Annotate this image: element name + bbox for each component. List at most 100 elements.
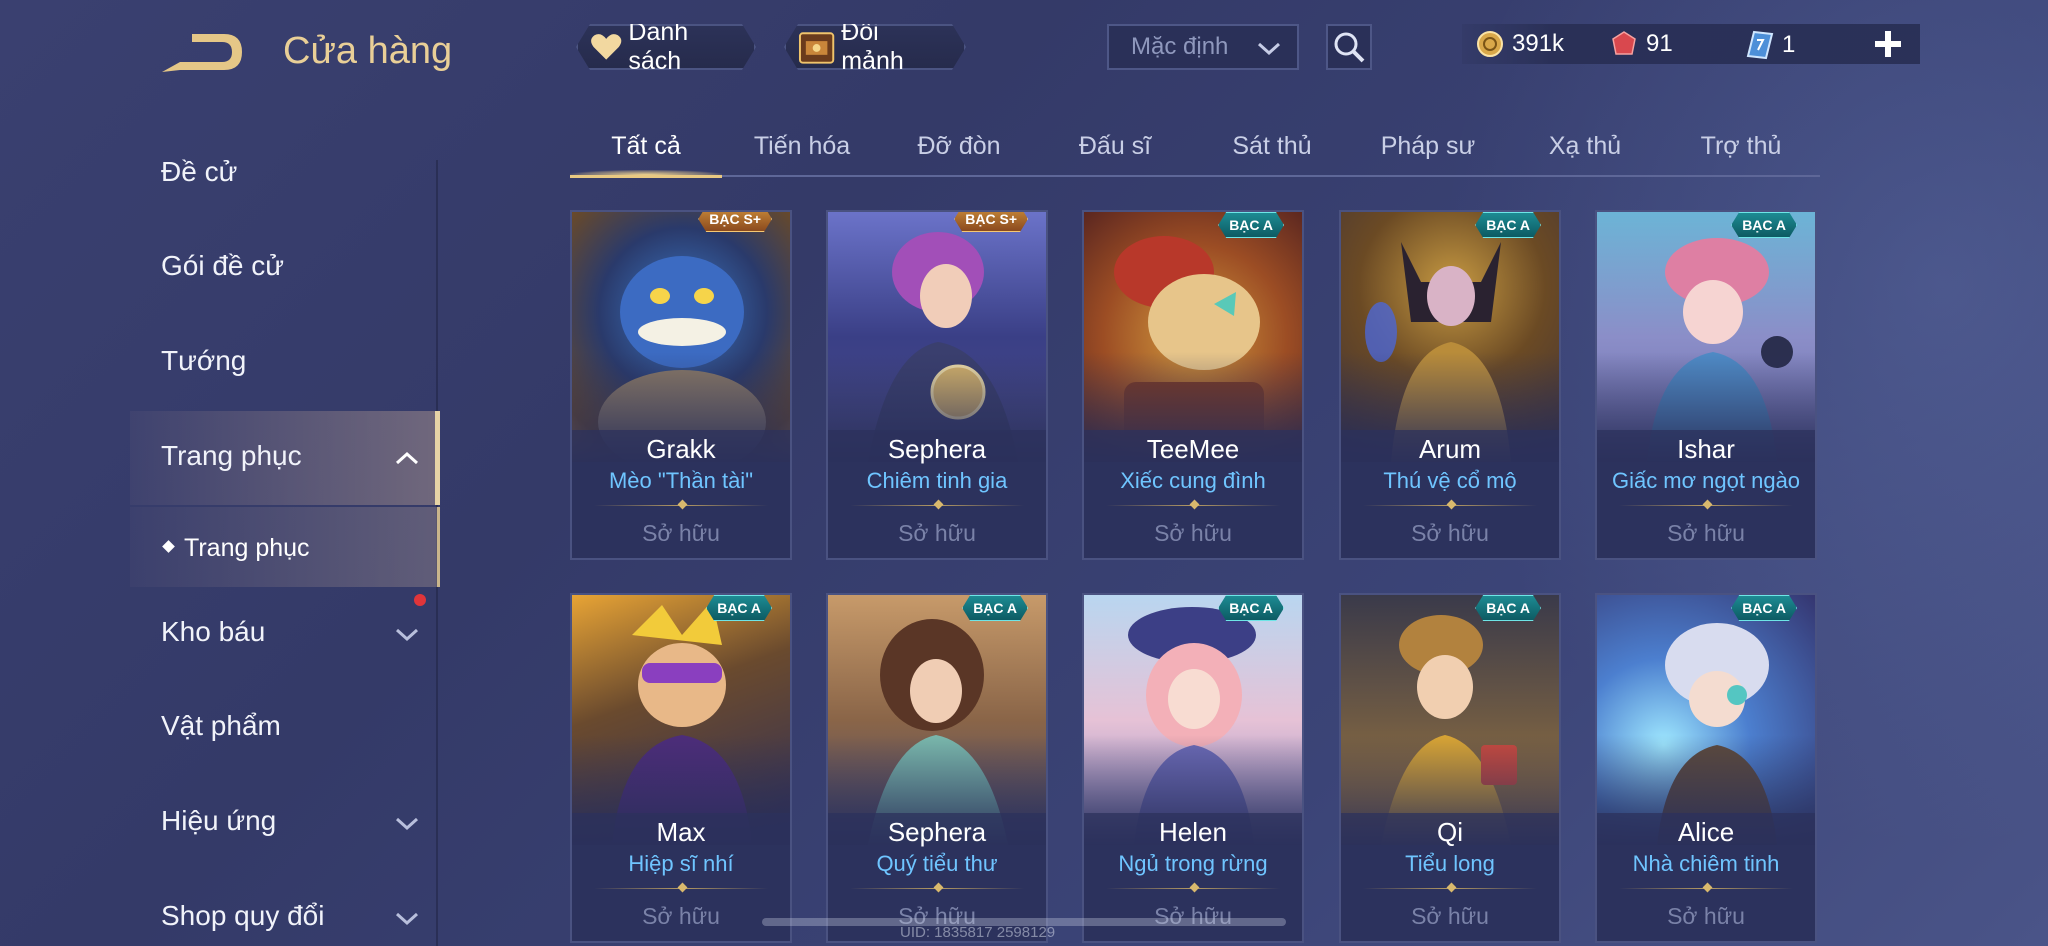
search-icon xyxy=(1334,32,1365,63)
sidebar-item-label: Vật phẩm xyxy=(161,710,281,741)
ownership-status: Sở hữu xyxy=(898,520,976,546)
sort-dropdown[interactable]: Mặc định xyxy=(1107,24,1299,70)
rarity-badge: BẠC S+ xyxy=(954,210,1028,232)
tab-mage[interactable]: Pháp sư xyxy=(1350,132,1506,161)
skin-artwork xyxy=(828,595,1046,845)
hero-portrait xyxy=(598,256,766,462)
ownership-status: Sở hữu xyxy=(1411,903,1489,929)
skin-card[interactable]: BẠC A Ishar Giấc mơ ngọt ngào Sở hữu xyxy=(1595,210,1817,560)
back-button[interactable] xyxy=(158,28,248,78)
hero-name: Ishar xyxy=(1677,434,1735,464)
skin-name: Mèo "Thần tài" xyxy=(608,468,754,493)
skin-card[interactable]: BẠC A Qi Tiểu long Sở hữu xyxy=(1339,593,1561,943)
rarity-badge: BẠC A xyxy=(1731,212,1797,238)
sidebar-item-skins[interactable]: Trang phục xyxy=(161,440,431,472)
hero-name: Sephera xyxy=(887,817,987,847)
sidebar-item-items[interactable]: Vật phẩm xyxy=(161,710,431,742)
tab-tank[interactable]: Đỡ đòn xyxy=(881,132,1037,161)
ruby-amount: 91 xyxy=(1646,30,1673,57)
hero-name: Max xyxy=(656,817,706,847)
hero-portrait xyxy=(1657,623,1777,845)
ownership-status: Sở hữu xyxy=(1667,520,1745,546)
hero-portrait xyxy=(1114,236,1264,452)
sidebar-item-heroes[interactable]: Tướng xyxy=(161,345,431,377)
tab-fighter[interactable]: Đấu sĩ xyxy=(1037,132,1193,161)
skin-artwork xyxy=(1597,212,1815,462)
skin-name: Quý tiểu thư xyxy=(876,851,998,876)
sidebar-subitem-skins[interactable]: Trang phục xyxy=(184,534,310,563)
skin-artwork xyxy=(572,595,790,845)
skin-card[interactable]: BẠC A TeeMee Xiếc cung đình Sở hữu xyxy=(1082,210,1304,560)
skin-card[interactable]: BẠC A Helen Ngủ trong rừng Sở hữu xyxy=(1082,593,1304,943)
uid-watermark: UID: 1835817 2598129 xyxy=(900,924,1056,941)
hero-portrait xyxy=(1647,238,1793,462)
sidebar-item-recommended-packs[interactable]: Gói đề cử xyxy=(161,250,431,282)
skin-artwork xyxy=(1084,595,1302,845)
skin-card[interactable]: BẠC A Arum Thú vệ cổ mộ Sở hữu xyxy=(1339,210,1561,560)
skin-card[interactable]: BẠC S+ Sephera Chiêm tinh gia Sở hữu xyxy=(826,210,1048,560)
skin-card[interactable]: BẠC A Alice Nhà chiêm tinh Sở hữu xyxy=(1595,593,1817,943)
chevron-down-icon xyxy=(1257,42,1281,56)
shard-exchange-button[interactable]: Đổi mảnh xyxy=(784,24,966,70)
voucher-card-icon xyxy=(1746,30,1774,60)
search-button[interactable] xyxy=(1326,24,1372,70)
plus-icon xyxy=(1875,31,1901,57)
sidebar-item-label: Gói đề cử xyxy=(161,250,285,281)
rarity-badge: BẠC A xyxy=(1218,212,1284,238)
list-button[interactable]: Danh sách xyxy=(576,24,756,70)
hero-portrait xyxy=(612,601,752,845)
hero-name: Sephera xyxy=(887,434,987,464)
sidebar-item-label: Tướng xyxy=(161,345,247,376)
skin-card[interactable]: BẠC A Max Hiệp sĩ nhí Sở hữu xyxy=(570,593,792,943)
add-currency-button[interactable] xyxy=(1870,24,1906,64)
skin-artwork xyxy=(1341,595,1559,845)
skin-artwork xyxy=(828,212,1046,462)
tabs-baseline xyxy=(570,175,1820,177)
back-arrow-icon xyxy=(162,34,242,72)
chevron-down-icon xyxy=(395,912,419,926)
hero-name: Arum xyxy=(1418,434,1482,464)
tab-marksman[interactable]: Xạ thủ xyxy=(1507,132,1663,161)
sidebar-item-label: Trang phục xyxy=(161,440,302,471)
tab-all[interactable]: Tất cả xyxy=(568,132,724,161)
skin-artwork xyxy=(1341,212,1559,462)
tab-evolution[interactable]: Tiến hóa xyxy=(724,132,880,161)
rarity-badge: BẠC A xyxy=(706,595,772,621)
rarity-badge: BẠC A xyxy=(1218,595,1284,621)
rarity-badge: BẠC A xyxy=(962,595,1028,621)
tab-support[interactable]: Trợ thủ xyxy=(1663,132,1819,161)
sidebar-item-effects[interactable]: Hiệu ứng xyxy=(161,805,431,837)
hero-name: Helen xyxy=(1159,817,1227,847)
sidebar-item-recommended[interactable]: Đề cử xyxy=(161,156,431,188)
sidebar-item-label: Hiệu ứng xyxy=(161,805,277,836)
sort-value: Mặc định xyxy=(1131,33,1229,60)
hero-name: Grakk xyxy=(646,434,716,464)
skin-card[interactable]: BẠC A Sephera Quý tiểu thư Sở hữu xyxy=(826,593,1048,943)
hero-portrait xyxy=(1128,607,1256,845)
skin-card[interactable]: BẠC S+ Grakk Mèo "Thần tài" Sở hữu xyxy=(570,210,792,560)
sidebar-item-exchange-shop[interactable]: Shop quy đổi xyxy=(161,900,431,932)
chevron-down-icon xyxy=(395,628,419,642)
ruby-balance: 91 xyxy=(1610,30,1673,58)
gold-balance: 391k xyxy=(1476,30,1564,58)
ownership-status: Sở hữu xyxy=(1667,903,1745,929)
sidebar-item-treasure[interactable]: Kho báu xyxy=(161,616,431,648)
sidebar-item-label: Đề cử xyxy=(161,156,238,187)
hero-name: Qi xyxy=(1437,817,1463,847)
rarity-badge: BẠC S+ xyxy=(698,210,772,232)
sidebar-item-label: Kho báu xyxy=(161,616,266,647)
sidebar-item-label: Shop quy đổi xyxy=(161,900,325,931)
tab-assassin[interactable]: Sát thủ xyxy=(1194,132,1350,161)
chevron-down-icon xyxy=(395,817,419,831)
voucher-balance: 1 xyxy=(1746,30,1795,60)
skin-name: Ngủ trong rừng xyxy=(1118,851,1268,876)
ownership-status: Sở hữu xyxy=(1411,520,1489,546)
gold-amount: 391k xyxy=(1512,30,1565,57)
hero-portrait xyxy=(1365,242,1511,462)
shard-label: Đổi mảnh xyxy=(841,18,904,75)
skin-name: Hiệp sĩ nhí xyxy=(628,851,734,876)
ruby-gem-icon xyxy=(1612,31,1636,55)
skin-name: Chiêm tinh gia xyxy=(866,468,1008,493)
hero-portrait xyxy=(868,619,1008,845)
hero-name: TeeMee xyxy=(1146,434,1240,464)
